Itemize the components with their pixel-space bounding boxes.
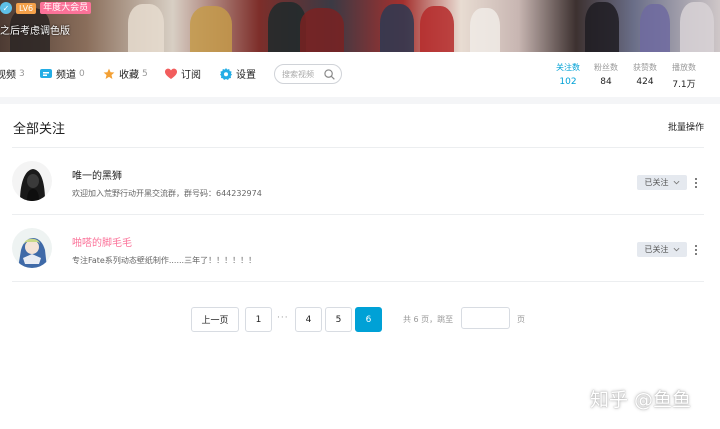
- nav-label: 设置: [236, 70, 256, 81]
- nav-label: 视频: [0, 70, 16, 81]
- watermark: 知乎 @鱼鱼: [590, 389, 692, 411]
- stat-likes: 获赞数 424: [625, 62, 665, 87]
- nav-item-subscribe[interactable]: 订阅: [165, 66, 201, 81]
- stat-fans[interactable]: 粉丝数 84: [586, 62, 626, 87]
- heart-icon: [165, 68, 177, 79]
- following-row: 啪嗒的脚毛毛 专注Fate系列动态壁纸制作......三年了！！！！！！ 已关注: [0, 215, 720, 281]
- page-info: 共 6 页，跳至: [403, 315, 454, 324]
- stat-following[interactable]: 关注数 102: [548, 62, 588, 87]
- vip-badge: 年度大会员: [40, 2, 92, 14]
- video-search-box[interactable]: [274, 64, 342, 84]
- nav-item-contribute[interactable]: 视频 3: [0, 66, 25, 82]
- gear-icon: [220, 67, 232, 80]
- stat-label: 粉丝数: [594, 63, 618, 72]
- user-sign: 专注Fate系列动态壁纸制作......三年了！！！！！！: [72, 256, 257, 265]
- nav-count: 0: [79, 68, 85, 79]
- avatar[interactable]: [12, 161, 52, 201]
- star-icon: [103, 68, 115, 79]
- more-options-icon[interactable]: [693, 175, 699, 190]
- search-input[interactable]: [282, 69, 326, 79]
- stat-value: 7.1万: [672, 80, 696, 90]
- chevron-down-icon: [673, 247, 679, 252]
- nav-item-settings[interactable]: 设置: [220, 66, 256, 81]
- user-signature: 之后考虑调色版: [0, 26, 70, 37]
- stat-label: 关注数: [556, 63, 580, 72]
- avatar[interactable]: [12, 228, 52, 268]
- following-panel: 全部关注 批量操作 唯一的黑狮 欢迎加入荒野行动开黑交流群，群号码：644232…: [0, 104, 720, 429]
- stat-value: 84: [600, 77, 612, 87]
- stat-plays: 播放数 7.1万: [664, 62, 704, 90]
- stat-label: 播放数: [672, 63, 696, 72]
- followed-button[interactable]: 已关注: [637, 242, 687, 257]
- batch-operation-button[interactable]: 批量操作: [668, 120, 704, 133]
- followed-label: 已关注: [644, 245, 669, 254]
- page-button-6-current[interactable]: 6: [355, 307, 382, 332]
- bilibili-badge-icon: ✓: [0, 2, 12, 14]
- following-row: 唯一的黑狮 欢迎加入荒野行动开黑交流群，群号码：644232974 已关注: [0, 148, 720, 214]
- page-title: 全部关注: [13, 122, 66, 137]
- pager-ellipsis: ···: [277, 313, 289, 323]
- nav-item-channel[interactable]: 频道 0: [40, 66, 85, 81]
- stat-label: 获赞数: [633, 63, 657, 72]
- prev-page-button[interactable]: 上一页: [191, 307, 239, 332]
- page-button-5[interactable]: 5: [325, 307, 352, 332]
- divider: [12, 281, 704, 282]
- user-name[interactable]: 唯一的黑狮: [72, 167, 122, 182]
- nav-count: 3: [19, 68, 25, 79]
- page-button-1[interactable]: 1: [245, 307, 272, 332]
- page-button-4[interactable]: 4: [295, 307, 322, 332]
- profile-banner: ✓ LV6 年度大会员 之后考虑调色版: [0, 0, 720, 52]
- followed-button[interactable]: 已关注: [637, 175, 687, 190]
- avatar-image: [12, 161, 52, 201]
- page-suffix: 页: [517, 315, 525, 324]
- user-name[interactable]: 啪嗒的脚毛毛: [72, 234, 132, 249]
- more-options-icon[interactable]: [693, 242, 699, 257]
- chevron-down-icon: [673, 180, 679, 185]
- nav-count: 5: [142, 68, 148, 79]
- channel-icon: [40, 68, 52, 78]
- search-icon[interactable]: [324, 69, 335, 80]
- nav-item-favorite[interactable]: 收藏 5: [103, 66, 148, 81]
- level-badge: LV6: [16, 2, 37, 14]
- profile-navbar: 视频 3 频道 0 收藏 5 订阅 设置 关注数 102 粉丝数 84 获赞数 …: [0, 52, 720, 97]
- nav-label: 收藏: [119, 70, 139, 81]
- nav-label: 频道: [56, 70, 76, 81]
- followed-label: 已关注: [644, 178, 669, 187]
- stat-value: 424: [636, 77, 654, 87]
- user-sign: 欢迎加入荒野行动开黑交流群，群号码：644232974: [72, 189, 262, 198]
- nav-label: 订阅: [181, 70, 201, 81]
- stat-value: 102: [559, 77, 577, 87]
- page-jump-input[interactable]: [461, 307, 510, 329]
- avatar-image: [12, 228, 52, 268]
